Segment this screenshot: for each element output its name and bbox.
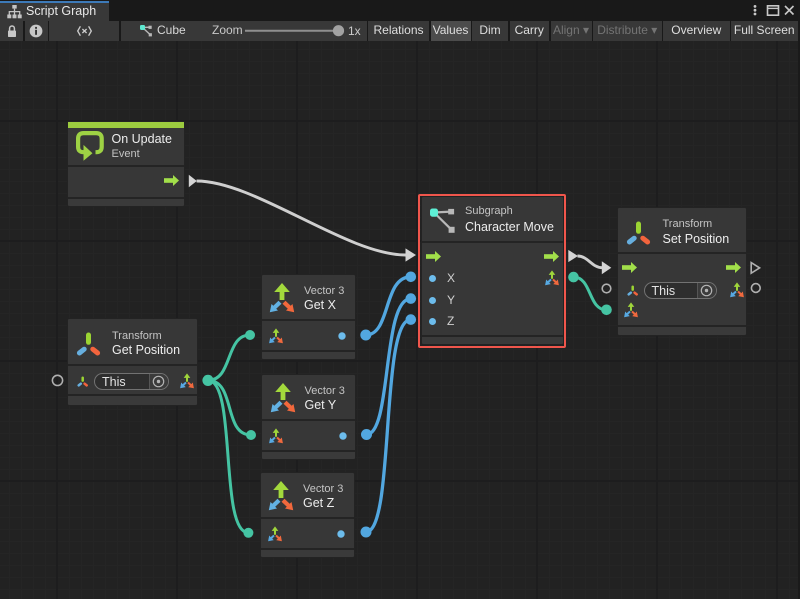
svg-text:1x: 1x bbox=[348, 24, 361, 38]
